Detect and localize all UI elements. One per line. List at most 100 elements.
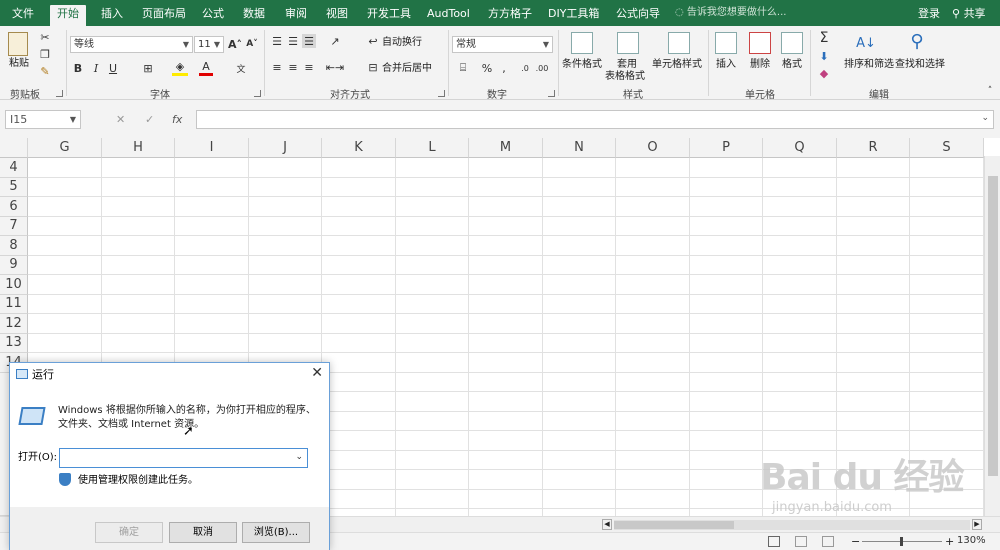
- insert-cells-button[interactable]: 插入: [716, 59, 736, 71]
- decrease-decimal-icon[interactable]: .00: [535, 60, 549, 76]
- increase-font-icon[interactable]: A˄: [228, 36, 242, 52]
- column-header[interactable]: J: [249, 138, 322, 158]
- align-top-icon[interactable]: ☰: [270, 34, 284, 48]
- column-header[interactable]: O: [616, 138, 690, 158]
- comma-style-icon[interactable]: ,: [499, 60, 509, 76]
- zoom-out-icon[interactable]: −: [851, 535, 860, 548]
- bold-button[interactable]: B: [72, 60, 84, 76]
- vertical-scrollbar[interactable]: [984, 156, 1000, 516]
- column-header[interactable]: H: [102, 138, 175, 158]
- column-header[interactable]: M: [469, 138, 543, 158]
- zoom-in-icon[interactable]: +: [945, 535, 954, 548]
- wrap-text-button[interactable]: 自动换行: [382, 37, 422, 49]
- format-cells-button[interactable]: 格式: [782, 59, 802, 71]
- column-header[interactable]: N: [543, 138, 616, 158]
- column-header[interactable]: K: [322, 138, 396, 158]
- browse-button[interactable]: 浏览(B)...: [242, 522, 310, 543]
- row-header[interactable]: 8: [0, 236, 28, 256]
- tab-home[interactable]: 开始: [50, 5, 86, 26]
- align-bottom-icon[interactable]: ☰: [302, 34, 316, 48]
- clear-icon[interactable]: ◆: [817, 66, 831, 80]
- table-format-label-2[interactable]: 表格格式: [605, 71, 645, 83]
- orientation-icon[interactable]: ↗: [326, 34, 344, 48]
- ok-button[interactable]: 确定: [95, 522, 163, 543]
- name-box[interactable]: I15 ▼: [5, 110, 81, 129]
- page-break-view-icon[interactable]: [822, 536, 834, 547]
- font-launcher-icon[interactable]: [254, 90, 261, 97]
- normal-view-icon[interactable]: [768, 536, 780, 547]
- chevron-down-icon[interactable]: ⌄: [295, 452, 303, 462]
- number-format-select[interactable]: 常规 ▼: [452, 36, 553, 53]
- expand-formula-icon[interactable]: ⌄: [981, 113, 989, 123]
- copy-icon[interactable]: ❐: [38, 47, 52, 61]
- column-header[interactable]: S: [910, 138, 984, 158]
- tab-view[interactable]: 视图: [326, 5, 348, 22]
- row-header[interactable]: 10: [0, 275, 28, 295]
- row-header[interactable]: 12: [0, 314, 28, 334]
- cut-icon[interactable]: ✂: [38, 30, 52, 44]
- horizontal-scrollbar[interactable]: [614, 520, 970, 530]
- align-right-icon[interactable]: ≡: [302, 60, 316, 74]
- sort-filter-button[interactable]: 排序和筛选: [844, 59, 894, 71]
- tab-review[interactable]: 审阅: [285, 5, 307, 22]
- scroll-left-icon[interactable]: ◀: [602, 519, 612, 530]
- collapse-ribbon-icon[interactable]: ˄: [985, 86, 995, 96]
- column-header[interactable]: I: [175, 138, 249, 158]
- italic-button[interactable]: I: [90, 60, 102, 76]
- column-header[interactable]: R: [837, 138, 910, 158]
- phonetic-icon[interactable]: 文: [234, 60, 248, 76]
- indent-icon[interactable]: ⇤⇥: [326, 60, 344, 74]
- increase-decimal-icon[interactable]: .0: [518, 60, 532, 76]
- row-header[interactable]: 4: [0, 158, 28, 178]
- insert-function-icon[interactable]: fx: [172, 110, 182, 129]
- confirm-entry-icon[interactable]: ✓: [145, 110, 154, 129]
- cancel-entry-icon[interactable]: ✕: [116, 110, 125, 129]
- close-icon[interactable]: ✕: [311, 366, 323, 380]
- borders-icon[interactable]: ⊞: [140, 60, 156, 76]
- paste-label[interactable]: 粘贴: [9, 58, 29, 70]
- row-header[interactable]: 11: [0, 295, 28, 314]
- underline-button[interactable]: U: [107, 60, 119, 76]
- find-select-button[interactable]: 查找和选择: [895, 59, 945, 71]
- column-header[interactable]: P: [690, 138, 763, 158]
- merge-center-button[interactable]: 合并后居中: [382, 63, 432, 75]
- number-launcher-icon[interactable]: [548, 90, 555, 97]
- scroll-right-icon[interactable]: ▶: [972, 519, 982, 530]
- scrollbar-thumb[interactable]: [614, 521, 734, 529]
- cell-styles-button[interactable]: 单元格样式: [652, 59, 702, 71]
- scrollbar-thumb[interactable]: [988, 176, 998, 476]
- zoom-slider-thumb[interactable]: [900, 537, 903, 546]
- tab-file[interactable]: 文件: [12, 5, 34, 22]
- align-left-icon[interactable]: ≡: [270, 60, 284, 74]
- select-all-corner[interactable]: [0, 138, 28, 158]
- tab-insert[interactable]: 插入: [101, 5, 123, 22]
- clipboard-launcher-icon[interactable]: [56, 90, 63, 97]
- fill-color-icon[interactable]: ◈: [172, 60, 188, 76]
- column-header[interactable]: G: [28, 138, 102, 158]
- row-header[interactable]: 6: [0, 197, 28, 217]
- column-header[interactable]: Q: [763, 138, 837, 158]
- fill-icon[interactable]: ⬇: [817, 49, 831, 63]
- zoom-level[interactable]: 130%: [957, 535, 986, 546]
- align-center-icon[interactable]: ≡: [286, 60, 300, 74]
- font-color-icon[interactable]: A: [199, 60, 213, 76]
- row-header[interactable]: 7: [0, 217, 28, 236]
- tab-formulas[interactable]: 公式: [202, 5, 224, 22]
- autosum-icon[interactable]: Σ: [817, 30, 831, 46]
- accounting-format-icon[interactable]: ⌸: [454, 60, 472, 76]
- tab-fangfang[interactable]: 方方格子: [488, 5, 532, 22]
- alignment-launcher-icon[interactable]: [438, 90, 445, 97]
- tab-data[interactable]: 数据: [243, 5, 265, 22]
- align-middle-icon[interactable]: ☰: [286, 34, 300, 48]
- table-format-label-1[interactable]: 套用: [617, 59, 637, 71]
- paste-icon[interactable]: [8, 32, 28, 56]
- row-header[interactable]: 9: [0, 256, 28, 275]
- row-header[interactable]: 5: [0, 178, 28, 197]
- page-layout-view-icon[interactable]: [795, 536, 807, 547]
- percent-button[interactable]: %: [481, 60, 493, 76]
- open-input[interactable]: ⌄: [59, 448, 308, 468]
- tab-formula-wizard[interactable]: 公式向导: [616, 5, 660, 22]
- formula-input[interactable]: ⌄: [196, 110, 994, 129]
- row-header[interactable]: 13: [0, 334, 28, 353]
- login-link[interactable]: 登录: [918, 6, 940, 21]
